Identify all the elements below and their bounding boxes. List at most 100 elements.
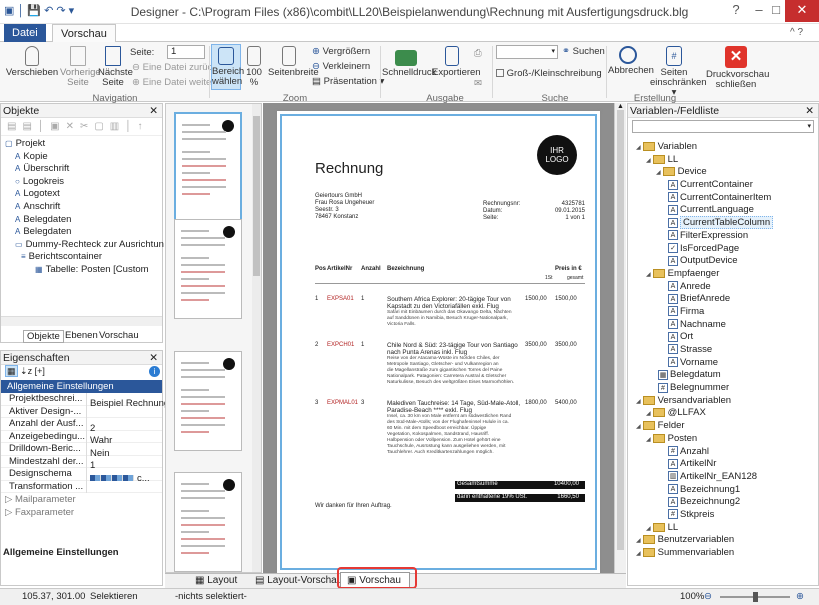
variable-item[interactable]: A CurrentContainerItem <box>632 192 814 205</box>
suchen-input[interactable]: ▾ <box>496 45 558 59</box>
variable-item[interactable]: A FilterExpression <box>632 230 814 243</box>
variable-item[interactable]: ▥ ArtikelNr_EAN128 <box>632 471 814 484</box>
variable-item[interactable]: ◢ Device <box>632 166 814 179</box>
objekte-item[interactable]: A Anschrift <box>5 201 158 214</box>
eine-datei-weiter-button[interactable]: ⊕ Eine Datei weiter <box>132 77 214 88</box>
variablen-tree[interactable]: ◢ Variablen ◢ LL ◢ Device A CurrentContainer A Cu… <box>628 135 818 566</box>
zoom-in-status-icon[interactable]: ⊕ <box>796 589 804 605</box>
tab-ebenen[interactable]: Ebenen <box>65 330 98 341</box>
objekte-item[interactable]: ≡ Berichtscontainer <box>5 251 158 264</box>
variable-item[interactable]: ◢ LL <box>632 522 814 535</box>
objekte-item[interactable]: ▢ Projekt <box>5 138 158 151</box>
bottom-tab-layout-vorschau[interactable]: ▤ Layout-Vorschau <box>255 575 342 586</box>
thumbnail-scrollbar[interactable] <box>252 104 261 572</box>
variable-item[interactable]: A Bezeichnung2 <box>632 496 814 509</box>
variable-item[interactable]: ◢ LL <box>632 154 814 167</box>
tab-datei[interactable]: Datei <box>4 24 46 42</box>
objekte-close-icon[interactable]: ✕ <box>149 104 162 118</box>
variable-item[interactable]: A OutputDevice <box>632 255 814 268</box>
bereich-waehlen-button[interactable]: Bereich wählen <box>211 44 244 90</box>
zoom-out-status-icon[interactable]: ⊖ <box>704 589 712 605</box>
tab-vorschau-panel[interactable]: Vorschau <box>99 330 139 341</box>
objekte-hscrollbar[interactable] <box>1 316 162 326</box>
property-grid[interactable]: Projektbeschrei... Beispiel Rechnung Aktiv… <box>1 393 169 493</box>
variable-item[interactable]: ◢ Empfaenger <box>632 268 814 281</box>
property-row[interactable]: Projektbeschrei... Beispiel Rechnung <box>1 393 169 409</box>
variable-item[interactable]: A Ort <box>632 331 814 344</box>
objekte-item[interactable]: A Logotext <box>5 188 158 201</box>
variable-item[interactable]: ◢ Summenvariablen <box>632 547 814 560</box>
variable-item[interactable]: A ArtikelNr <box>632 458 814 471</box>
expand-icon[interactable]: [+] <box>35 366 45 376</box>
scroll-up-icon[interactable]: ▲ <box>615 103 626 110</box>
bottom-tab-layout[interactable]: ▦ Layout <box>195 575 237 586</box>
praesentation-button[interactable]: ▤ Präsentation ▾ <box>312 76 384 87</box>
eine-datei-zurueck-button[interactable]: ⊖ Eine Datei zurück <box>132 62 217 73</box>
tab-objekte[interactable]: Objekte <box>23 330 64 343</box>
vorherige-seite-button[interactable]: Vorherige Seite <box>60 46 101 88</box>
page-thumbnail[interactable] <box>174 219 242 319</box>
seite-input[interactable]: 1 <box>167 45 205 59</box>
exportieren-button[interactable]: Exportieren <box>432 46 481 78</box>
zoom-slider-thumb[interactable] <box>753 592 758 602</box>
page-thumbnail[interactable] <box>174 112 242 222</box>
vergroessern-button[interactable]: ⊕ Vergrößern <box>312 46 370 57</box>
variable-item[interactable]: A Vorname <box>632 357 814 370</box>
variable-item[interactable]: A Strasse <box>632 344 814 357</box>
verkleinern-button[interactable]: ⊖ Verkleinern <box>312 61 370 72</box>
variable-item[interactable]: ▦ Belegdatum <box>632 369 814 382</box>
variablen-close-icon[interactable]: ✕ <box>805 104 818 118</box>
variable-item[interactable]: A CurrentTableColumn <box>632 216 814 230</box>
section-mailparameter[interactable]: ▷ Mailparameter <box>1 493 162 506</box>
variable-item[interactable]: A Firma <box>632 306 814 319</box>
variable-item[interactable]: ◢ @LLFAX <box>632 407 814 420</box>
objekte-item[interactable]: A Kopie <box>5 151 158 164</box>
abbrechen-button[interactable]: Abbrechen <box>608 46 654 76</box>
variable-item[interactable]: A Bezeichnung1 <box>632 484 814 497</box>
property-row[interactable]: Designschema c... <box>1 468 162 484</box>
close-button[interactable]: ✕ <box>785 0 819 22</box>
thumbnail-strip[interactable] <box>165 103 262 573</box>
property-row[interactable]: Mindestzahl der... 1 <box>1 455 162 471</box>
objekte-item[interactable]: ○ Logokreis <box>5 176 158 189</box>
thumbnail-scroll-thumb[interactable] <box>253 116 260 276</box>
variable-item[interactable]: A Nachname <box>632 319 814 332</box>
print-small-icon[interactable]: ⎙ <box>474 48 482 59</box>
eigenschaften-close-icon[interactable]: ✕ <box>149 351 162 365</box>
sort-alpha-icon[interactable]: ⇣z <box>20 366 32 376</box>
variable-item[interactable]: A BriefAnrede <box>632 293 814 306</box>
variable-item[interactable]: ◢ Versandvariablen <box>632 395 814 408</box>
info-icon[interactable]: i <box>149 366 160 377</box>
schnelldruck-button[interactable]: Schnelldruck <box>382 46 436 78</box>
sort-category-icon[interactable]: ▦ <box>5 365 18 377</box>
seitenbreite-button[interactable]: Seitenbreite <box>268 46 319 78</box>
variable-item[interactable]: # Anzahl <box>632 446 814 459</box>
email-small-icon[interactable]: ✉ <box>474 78 482 89</box>
variable-item[interactable]: # Stkpreis <box>632 509 814 522</box>
property-row[interactable]: Anzahl der Ausf... 2 <box>1 418 162 434</box>
suchen-button[interactable]: ⚭ Suchen <box>562 46 605 57</box>
section-faxparameter[interactable]: ▷ Faxparameter <box>1 506 162 519</box>
property-row[interactable]: Anzeigebedingu... Wahr <box>1 430 162 446</box>
objekte-item[interactable]: ▭ Dummy-Rechteck zur Ausrichtun <box>5 239 164 252</box>
variable-item[interactable]: ◢ Variablen <box>632 141 814 154</box>
variable-item[interactable]: ◢ Posten <box>632 433 814 446</box>
verschieben-button[interactable]: Verschieben <box>4 46 60 78</box>
gross-klein-checkbox[interactable]: Groß-/Kleinschreibung <box>496 68 602 79</box>
variable-item[interactable]: A Anrede <box>632 281 814 294</box>
property-row[interactable]: Drilldown-Beric... Nein <box>1 443 162 459</box>
variablen-filter-input[interactable]: ▾ <box>632 120 814 133</box>
page-thumbnail[interactable] <box>174 472 242 572</box>
seiten-einschraenken-button[interactable]: # Seiten einschränken ▾ <box>650 46 707 98</box>
variable-item[interactable]: ✓ IsForcedPage <box>632 243 814 256</box>
objekte-item[interactable]: A Belegdaten <box>5 226 158 239</box>
zoom-100-button[interactable]: 100 % <box>244 46 264 88</box>
ribbon-collapse-help[interactable]: ^ ? <box>790 27 803 38</box>
druckvorschau-schliessen-button[interactable]: ✕ Druckvorschau schließen <box>706 46 769 90</box>
objekte-tree[interactable]: ▢ Projekt A Kopie A Überschrift ○ Logokreis A Log… <box>1 136 164 279</box>
section-allgemein[interactable]: Allgemeine Einstellungen <box>1 380 162 393</box>
objekte-toolbar[interactable]: ▤▤│▣✕✂▢▥│↑ <box>1 118 162 136</box>
objekte-item[interactable]: A Belegdaten <box>5 214 158 227</box>
variable-item[interactable]: A CurrentContainer <box>632 179 814 192</box>
preview-area[interactable]: IHR LOGO Rechnung Geiertours GmbH Frau Ros… <box>263 103 614 573</box>
